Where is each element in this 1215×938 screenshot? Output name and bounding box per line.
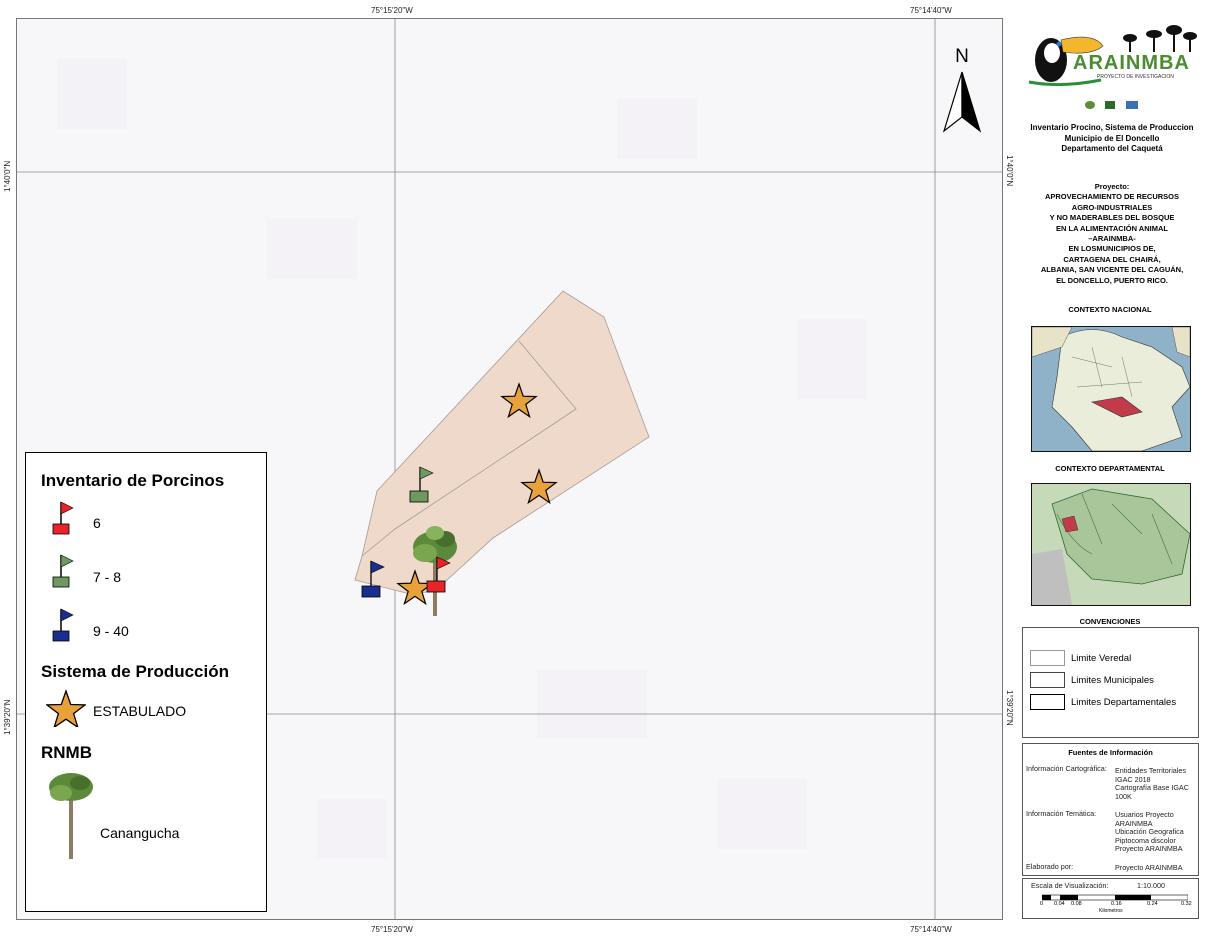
partner-logo-2-icon bbox=[1105, 101, 1116, 109]
legend-palm-icon bbox=[49, 773, 93, 859]
scale-tick-3: 0.16 bbox=[1111, 901, 1122, 907]
project-line-1: APROVECHAMIENTO DE RECURSOS bbox=[1044, 192, 1180, 202]
project-line-4: EN LA ALIMENTACIÓN ANIMAL bbox=[1056, 223, 1168, 233]
map-title-line3: Departamento del Caquetá bbox=[1061, 144, 1163, 153]
caqueta-map-icon bbox=[1032, 484, 1190, 605]
arainmba-logo: ARAINMBA PROYECTO DE INVESTIGACION bbox=[1021, 22, 1201, 90]
legend-blue-flag-icon bbox=[52, 608, 74, 642]
info-carto-line-4: 100K bbox=[1115, 791, 1132, 801]
map-title-block: Inventario Procino, Sistema de Produccio… bbox=[1012, 123, 1212, 155]
project-line-5: –ARAINMBA- bbox=[1088, 234, 1136, 244]
logo-wordmark: ARAINMBA bbox=[1073, 52, 1190, 74]
project-line-9: EL DONCELLO, PUERTO RICO. bbox=[1056, 275, 1168, 285]
fuentes-panel: Fuentes de Información Información Carto… bbox=[1022, 743, 1199, 876]
escala-value: 1:10.000 bbox=[1137, 881, 1165, 890]
colombia-map-icon bbox=[1032, 327, 1190, 451]
conv-municipales-swatch bbox=[1030, 672, 1065, 688]
partner-logo-3-icon bbox=[1125, 101, 1138, 109]
escala-label: Escala de Visualización: bbox=[1031, 881, 1109, 890]
project-line-6: EN LOSMUNICIPIOS DE, bbox=[1068, 244, 1156, 254]
legend-rnmb-1: Canangucha bbox=[100, 825, 180, 841]
legend-class-3: 9 - 40 bbox=[93, 623, 129, 639]
legend-class-2: 7 - 8 bbox=[93, 569, 122, 585]
scale-tick-4: 0.24 bbox=[1147, 901, 1158, 907]
contexto-nacional-map[interactable] bbox=[1031, 326, 1191, 452]
fuentes-title: Fuentes de Información bbox=[1068, 748, 1153, 757]
conv-row-departamentales: Limites Departamentales bbox=[1030, 694, 1198, 710]
left-latitude-label-2: 1°39'20"N bbox=[3, 699, 12, 735]
top-longitude-label-1: 75°15'20"W bbox=[371, 6, 413, 15]
top-longitude-label-2: 75°14'40"W bbox=[910, 6, 952, 15]
project-line-3: Y NO MADERABLES DEL BOSQUE bbox=[1049, 213, 1175, 223]
project-label: Proyecto: bbox=[1094, 182, 1130, 191]
contexto-nacional-title: CONTEXTO NACIONAL bbox=[1068, 305, 1152, 314]
info-tema-label: Información Temática: bbox=[1026, 809, 1097, 818]
legend-green-flag-icon bbox=[52, 554, 74, 588]
convenciones-panel: Limite Veredal Limites Municipales Limit… bbox=[1022, 627, 1199, 738]
scale-unit: Kilometros bbox=[1099, 908, 1123, 914]
vereda-polygon[interactable] bbox=[354, 290, 650, 595]
scale-tick-0: 0 bbox=[1040, 901, 1044, 907]
conv-departamentales-label: Limites Departamentales bbox=[1071, 696, 1177, 708]
info-carto-value: Entidades Territoriales IGAC 2018 Cartog… bbox=[1115, 766, 1189, 801]
info-tema-line-5: Proyecto ARAINMBA bbox=[1115, 844, 1183, 854]
left-latitude-label-1: 1°40'0"N bbox=[3, 160, 12, 192]
elaborado-value: Proyecto ARAINMBA bbox=[1115, 863, 1183, 872]
contexto-departamental-title: CONTEXTO DEPARTAMENTAL bbox=[1055, 464, 1165, 473]
conv-municipales-label: Limites Municipales bbox=[1071, 674, 1154, 686]
legend-title-rnmb: RNMB bbox=[41, 743, 92, 762]
project-line-7: CARTAGENA DEL CHAIRÁ, bbox=[1063, 254, 1161, 264]
convenciones-title: CONVENCIONES bbox=[1079, 617, 1141, 626]
contexto-departamental-map[interactable] bbox=[1031, 483, 1191, 606]
north-label: N bbox=[955, 46, 969, 67]
scale-tick-1: 0.04 bbox=[1054, 901, 1065, 907]
conv-veredal-label: Limite Veredal bbox=[1071, 652, 1132, 664]
info-tema-value: Usuarios Proyecto ARAINMBA Ubicación Geo… bbox=[1115, 810, 1184, 854]
legend-red-flag-icon bbox=[52, 501, 74, 535]
legend-title-sistema: Sistema de Producción bbox=[41, 662, 229, 681]
partner-logo-1-icon bbox=[1085, 101, 1095, 109]
project-block: Proyecto: APROVECHAMIENTO DE RECURSOS AG… bbox=[1012, 182, 1212, 286]
legend-title-inventario: Inventario de Porcinos bbox=[41, 471, 225, 490]
info-carto-label: Información Cartográfica: bbox=[1026, 764, 1107, 773]
legend-class-1: 6 bbox=[93, 515, 101, 531]
bottom-longitude-label-1: 75°15'20"W bbox=[371, 925, 413, 934]
legend-star-icon bbox=[46, 689, 86, 727]
scale-tick-2: 0.08 bbox=[1071, 901, 1082, 907]
bottom-longitude-label-2: 75°14'40"W bbox=[910, 925, 952, 934]
map-title-line2: Municipio de El Doncello bbox=[1064, 133, 1160, 143]
partner-logos bbox=[1085, 96, 1138, 114]
north-arrow-icon bbox=[942, 71, 982, 133]
right-latitude-label-2: 1°39'20"N bbox=[1005, 690, 1014, 726]
conv-departamentales-swatch bbox=[1030, 694, 1065, 710]
conv-veredal-swatch bbox=[1030, 650, 1065, 666]
conv-row-municipales: Limites Municipales bbox=[1030, 672, 1198, 688]
escala-panel: Escala de Visualización: 1:10.000 0 0.04… bbox=[1022, 878, 1199, 919]
project-line-2: AGRO-INDUSTRIALES bbox=[1071, 202, 1153, 212]
scale-tick-5: 0.32 bbox=[1181, 901, 1192, 907]
conv-row-veredal: Limite Veredal bbox=[1030, 650, 1198, 666]
map-title-line1: Inventario Procino, Sistema de Produccio… bbox=[1030, 123, 1194, 132]
project-line-8: ALBANIA, SAN VICENTE DEL CAGUÁN, bbox=[1040, 265, 1184, 275]
legend-panel: Inventario de Porcinos 6 7 - 8 9 - 40 Si… bbox=[25, 452, 267, 912]
logo-tagline: PROYECTO DE INVESTIGACION bbox=[1097, 74, 1174, 80]
elaborado-label: Elaborado por: bbox=[1026, 862, 1074, 871]
legend-sistema-1: ESTABULADO bbox=[93, 703, 187, 719]
